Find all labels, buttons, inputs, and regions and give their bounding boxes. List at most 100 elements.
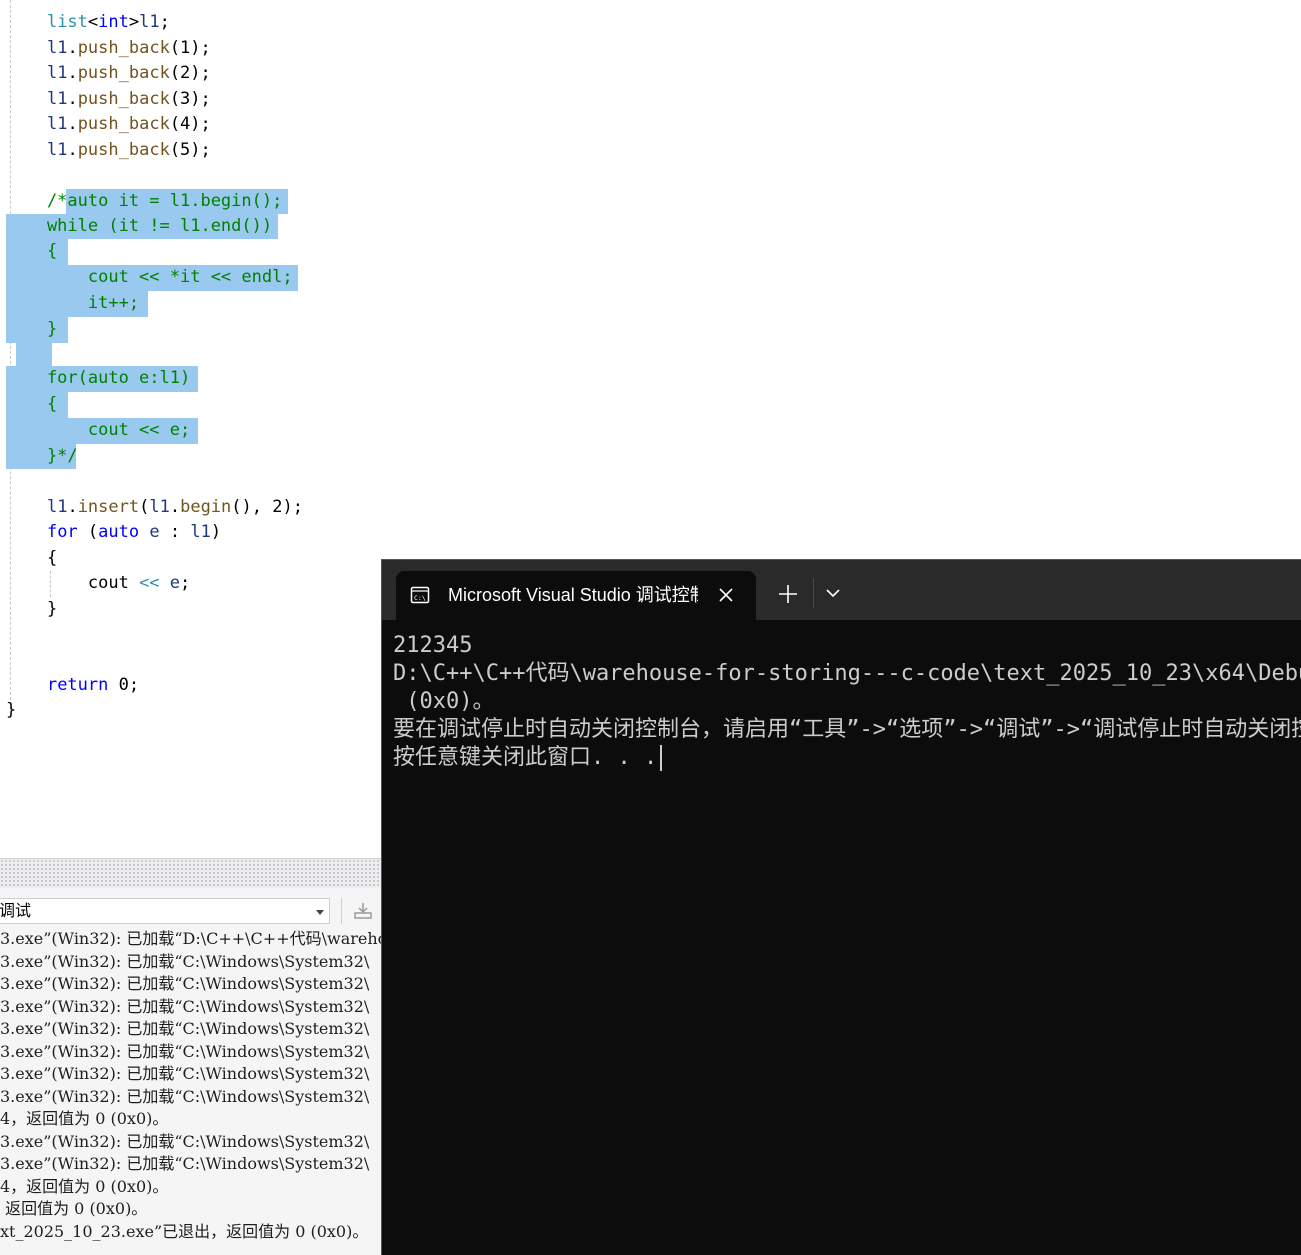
code-token: } [6, 599, 58, 619]
terminal-output[interactable]: 212345 D:\C++\C++代码\warehouse-for-storin… [393, 632, 1301, 772]
svg-text:C:\: C:\ [414, 594, 426, 602]
code-token: ) [210, 522, 222, 542]
code-token: ; [180, 573, 191, 593]
code-token: auto [98, 522, 140, 542]
code-line: { [6, 546, 57, 571]
code-token: l1 [190, 522, 211, 542]
terminal-tabbar: C:\ Microsoft Visual Studio 调试控制台 [382, 560, 1301, 620]
terminal-line: 要在调试停止时自动关闭控制台，请启用“工具”->“选项”->“调试”->“调试停… [393, 717, 1301, 742]
output-log-line: 3.exe”(Win32): 已加载“C:\Windows\System32\ [0, 1086, 370, 1106]
code-token: push_back [77, 38, 170, 58]
output-toolbar: 调试 [0, 888, 382, 928]
code-line: } [6, 317, 57, 342]
code-token: : [159, 522, 191, 542]
code-token: (3); [169, 89, 211, 109]
code-line: cout << *it << endl; [6, 265, 293, 290]
code-token: { [6, 548, 58, 568]
output-log-line: xt_2025_10_23.exe”已退出，返回值为 0 (0x0)。 [0, 1221, 369, 1241]
code-line: } [6, 698, 16, 723]
code-token: l1 [46, 89, 68, 109]
code-token: (), 2); [231, 497, 303, 517]
code-token: { [6, 241, 58, 261]
code-token: push_back [77, 89, 170, 109]
code-token: (4); [169, 114, 211, 134]
code-token: return [46, 675, 109, 695]
terminal-line: (0x0)。 [393, 689, 495, 714]
output-log: 3.exe”(Win32): 已加载“D:\C++\C++代码\warehous… [0, 928, 382, 1243]
output-log-line: 3.exe”(Win32): 已加载“C:\Windows\System32\ [0, 1154, 370, 1173]
terminal-window: C:\ Microsoft Visual Studio 调试控制台 212345… [381, 559, 1301, 1255]
output-source-value: 调试 [0, 901, 32, 920]
plus-icon[interactable] [776, 582, 800, 606]
close-icon[interactable] [716, 585, 736, 605]
output-panel: 调试 3.exe”(Win32): 已加载“D:\C++\C++代码\wareh… [0, 858, 382, 1255]
code-token: l1 [46, 63, 68, 83]
output-log-line: 3.exe”(Win32): 已加载“C:\Windows\System32\ [0, 1131, 370, 1151]
code-token: > [128, 12, 140, 32]
code-line: l1.push_back(1); [6, 36, 211, 61]
code-token: insert [77, 497, 140, 517]
code-token: < [87, 12, 99, 32]
code-token: (2); [169, 63, 211, 83]
output-log-line: 4，返回值为 0 (0x0)。 [0, 1176, 169, 1196]
terminal-prompt-text: 按任意键关闭此窗口. . . [393, 745, 658, 770]
code-token: l1 [149, 497, 170, 517]
output-log-line: 4，返回值为 0 (0x0)。 [0, 1109, 169, 1128]
code-token: while (it != l1.end()) [6, 216, 273, 236]
code-token: int [98, 12, 129, 32]
code-token: list [46, 12, 88, 32]
code-token: } [6, 319, 58, 339]
terminal-tab-title: Microsoft Visual Studio 调试控制台 [448, 585, 698, 605]
code-token: l1 [46, 140, 68, 160]
code-token: l1 [46, 114, 68, 134]
code-line: while (it != l1.end()) [6, 214, 272, 239]
code-line: for(auto e:l1) [6, 366, 190, 391]
code-token: cout [6, 573, 140, 593]
dropdown-arrow-icon[interactable] [316, 910, 324, 915]
output-source-select[interactable]: 调试 [0, 898, 330, 924]
code-token: . [67, 497, 78, 517]
output-log-line: 3.exe”(Win32): 已加载“C:\Windows\System32\ [0, 1064, 370, 1083]
output-log-line: 3.exe”(Win32): 已加载“C:\Windows\System32\ [0, 1041, 370, 1061]
panel-grip[interactable] [0, 858, 382, 889]
code-token: (1); [169, 38, 211, 58]
code-token: . [67, 114, 78, 134]
code-token: (5); [169, 140, 211, 160]
code-token: for [46, 522, 78, 542]
code-token: ( [77, 522, 99, 542]
output-log-line: 3.exe”(Win32): 已加载“C:\Windows\System32\ [0, 996, 370, 1016]
code-token: l1 [46, 38, 68, 58]
code-token: ; [159, 12, 170, 32]
code-token: . [67, 63, 78, 83]
code-line: l1.push_back(2); [6, 61, 211, 86]
terminal-line-prompt: 按任意键关闭此窗口. . . [393, 744, 1301, 772]
code-line: l1.push_back(3); [6, 87, 211, 112]
output-log-line: 3.exe”(Win32): 已加载“C:\Windows\System32\ [0, 974, 370, 993]
code-token: l1 [139, 12, 160, 32]
code-token: /*auto it = l1.begin(); [6, 191, 283, 211]
code-line: l1.insert(l1.begin(), 2); [6, 495, 303, 520]
code-token: . [67, 89, 78, 109]
terminal-line: D:\C++\C++代码\warehouse-for-storing---c-c… [393, 661, 1301, 686]
code-line: } [6, 597, 57, 622]
code-token: }*/ [6, 446, 78, 466]
output-log-line: 返回值为 0 (0x0)。 [0, 1199, 148, 1218]
code-line: { [6, 239, 57, 264]
chevron-down-icon[interactable] [825, 587, 841, 599]
toolbar-separator [341, 898, 342, 924]
output-log-line: 3.exe”(Win32): 已加载“D:\C++\C++代码\warehous… [0, 929, 382, 948]
code-token: } [6, 700, 17, 720]
code-line: cout << e; [6, 571, 190, 596]
terminal-tab[interactable]: C:\ Microsoft Visual Studio 调试控制台 [396, 571, 756, 620]
goto-source-icon[interactable] [352, 901, 374, 921]
